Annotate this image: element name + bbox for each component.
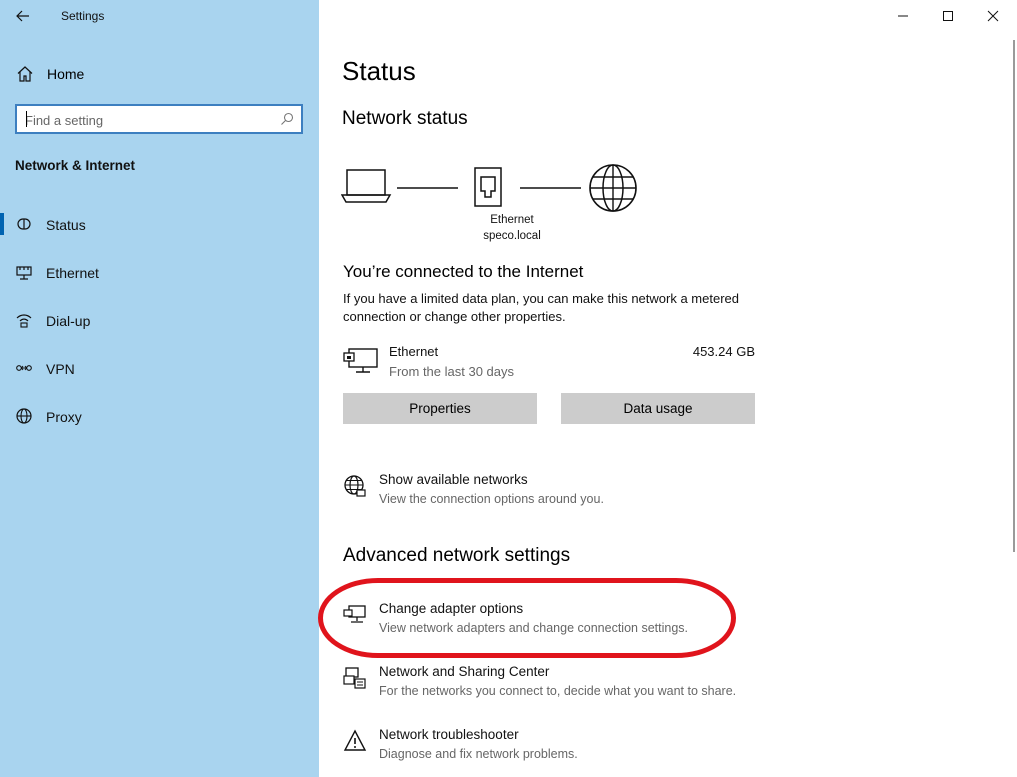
link-title: Change adapter options [379,601,524,616]
vertical-scrollbar[interactable] [1013,40,1015,552]
network-troubleshooter-link[interactable]: Network troubleshooter Diagnose and fix … [343,727,783,771]
sidebar-item-label: Home [47,66,85,82]
proxy-icon [16,408,32,424]
vpn-icon [16,365,32,371]
data-usage-button[interactable]: Data usage [561,393,755,424]
globe-network-icon [344,475,366,497]
main-content: Status Network status Ethernet speco.loc… [318,0,1017,777]
network-diagram: Ethernet speco.local [341,160,641,250]
back-button[interactable] [10,4,36,28]
search-box[interactable] [15,104,303,134]
sidebar-item-home[interactable]: Home [0,56,319,90]
app-title: Settings [61,9,105,23]
sidebar-item-label: Dial-up [46,313,91,329]
link-description: Diagnose and fix network problems. [379,747,578,761]
connection-subtitle: From the last 30 days [389,364,514,379]
change-adapter-options-link[interactable]: Change adapter options View network adap… [343,601,783,645]
connection-row: Ethernet From the last 30 days 453.24 GB [343,342,755,382]
sidebar-item-vpn[interactable]: VPN [0,345,319,393]
status-icon [17,218,31,230]
link-title: Network troubleshooter [379,727,519,742]
search-input[interactable] [25,111,275,129]
connection-name: Ethernet [389,344,439,359]
link-title: Show available networks [379,472,528,487]
sharing-center-icon [343,667,366,689]
laptop-icon [341,169,392,203]
advanced-settings-heading: Advanced network settings [343,545,571,566]
warning-triangle-icon [343,729,367,751]
page-title: Status [342,56,416,86]
network-status-heading: Network status [342,108,468,129]
link-description: View the connection options around you. [379,492,604,506]
text-caret [26,111,27,127]
link-description: For the networks you connect to, decide … [379,684,737,698]
ethernet-port-icon [474,167,502,207]
network-sharing-center-link[interactable]: Network and Sharing Center For the netwo… [343,664,783,708]
adapter-icon [343,605,366,623]
sidebar-item-ethernet[interactable]: Ethernet [0,249,319,297]
globe-icon [589,164,637,212]
properties-button[interactable]: Properties [343,393,537,424]
sidebar-nav: Status Ethernet Dial-up VPN Proxy [0,201,319,441]
search-icon[interactable] [280,112,294,126]
active-indicator [0,213,4,235]
network-topology-icons [341,164,637,212]
home-icon [17,66,33,82]
sidebar-item-label: VPN [46,361,75,377]
section-title: Network & Internet [15,158,136,173]
sidebar: Settings Home Network & Internet Status … [0,0,319,777]
ethernet-computer-icon [343,348,378,373]
show-available-networks-link[interactable]: Show available networks View the connect… [343,472,783,516]
sidebar-item-dial-up[interactable]: Dial-up [0,297,319,345]
connected-description: If you have a limited data plan, you can… [343,291,739,324]
data-usage-value: 453.24 GB [692,344,755,359]
dialup-icon [16,314,32,328]
diagram-adapter-name: Ethernet [490,214,534,226]
sidebar-item-proxy[interactable]: Proxy [0,393,319,441]
link-description: View network adapters and change connect… [379,621,688,635]
ethernet-icon [16,266,32,280]
connected-title: You’re connected to the Internet [343,262,584,281]
sidebar-item-status[interactable]: Status [0,201,319,249]
sidebar-item-label: Status [46,217,86,233]
back-arrow-icon [16,10,29,22]
link-title: Network and Sharing Center [379,664,550,679]
diagram-domain: speco.local [483,230,541,242]
sidebar-item-label: Ethernet [46,265,99,281]
sidebar-item-label: Proxy [46,409,82,425]
